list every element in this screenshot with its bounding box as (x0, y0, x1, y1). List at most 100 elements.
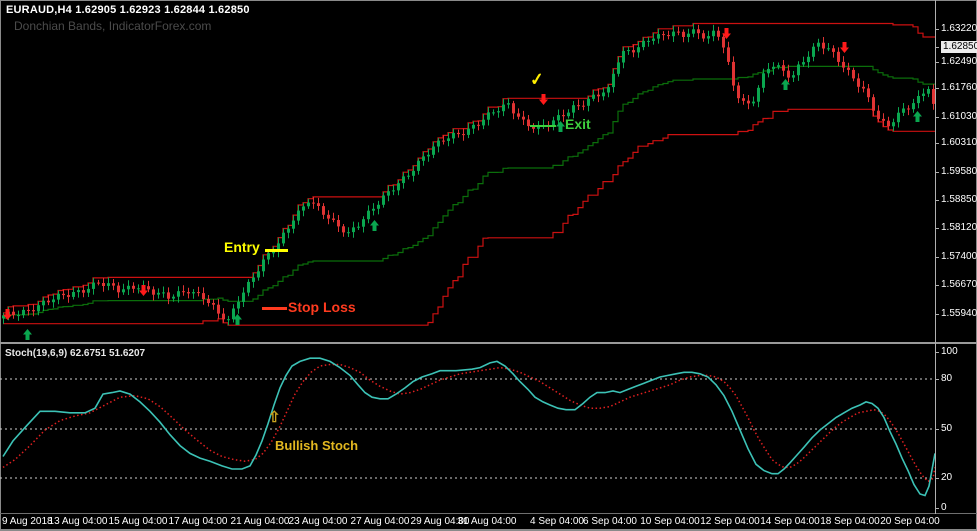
bear-candle (677, 31, 680, 33)
bear-candle (702, 33, 705, 39)
bull-candle (652, 38, 655, 41)
bull-candle (242, 292, 245, 302)
bull-candle (892, 122, 895, 127)
pane-separator[interactable] (0, 342, 977, 344)
main-chart-pane[interactable]: EURAUD,H4 1.62905 1.62923 1.62844 1.6285… (0, 0, 977, 342)
sell-arrow-icon (722, 26, 731, 44)
bear-candle (67, 295, 70, 297)
bull-candle (812, 46, 815, 57)
bull-candle (292, 220, 295, 229)
bear-candle (512, 103, 515, 114)
bull-candle (377, 204, 380, 209)
bear-candle (822, 42, 825, 49)
bear-candle (697, 29, 700, 34)
stoch-axis-label: 80 (941, 373, 953, 384)
bull-candle (622, 51, 625, 63)
bull-candle (72, 292, 75, 297)
bear-candle (27, 309, 30, 311)
bear-candle (337, 220, 340, 227)
bull-candle (672, 31, 675, 37)
bear-candle (517, 113, 520, 117)
bull-candle (657, 34, 660, 39)
bull-candle (122, 289, 125, 293)
bull-candle (587, 98, 590, 106)
bear-candle (167, 292, 170, 299)
bull-candle (92, 282, 95, 289)
bear-candle (62, 293, 65, 296)
bull-candle (412, 170, 415, 176)
stoch-axis-tick (935, 429, 939, 430)
bear-candle (872, 97, 875, 111)
time-axis-label: 13 Aug 04:00 (48, 516, 108, 527)
bear-candle (597, 94, 600, 97)
stochastic-label: Stoch(19,6,9) 62.6751 51.6207 (5, 348, 146, 359)
bear-candle (197, 292, 200, 294)
bull-candle (372, 208, 375, 211)
exit-label: Exit (565, 116, 591, 132)
bull-candle (617, 62, 620, 74)
bear-candle (317, 203, 320, 206)
bull-candle (642, 40, 645, 48)
trade-confirm-check-icon: ✓ (528, 69, 546, 90)
buy-arrow-icon (370, 218, 379, 236)
bear-candle (682, 31, 685, 37)
bear-candle (442, 140, 445, 142)
bear-candle (842, 61, 845, 68)
bear-candle (132, 285, 135, 289)
bull-candle (57, 293, 60, 300)
bear-candle (222, 313, 225, 320)
bull-candle (177, 291, 180, 297)
stoch-axis-tick (935, 352, 939, 353)
bull-candle (42, 300, 45, 306)
bull-candle (397, 183, 400, 191)
bull-candle (302, 206, 305, 211)
bear-candle (212, 303, 215, 305)
bear-candle (187, 292, 190, 294)
sell-arrow-icon (139, 283, 148, 301)
bear-candle (462, 134, 465, 136)
bear-candle (662, 34, 665, 36)
stoch-axis-label: 0 (941, 502, 947, 513)
bull-candle (452, 132, 455, 139)
bull-candle (487, 112, 490, 120)
bull-candle (437, 140, 440, 147)
bull-candle (467, 128, 470, 135)
time-axis-label: 18 Sep 04:00 (820, 516, 880, 527)
stoch-axis[interactable]: 100 80 50 20 0 (935, 0, 977, 513)
bear-candle (862, 86, 865, 89)
bear-candle (152, 289, 155, 295)
bear-candle (742, 98, 745, 101)
bull-candle (417, 160, 420, 171)
exit-line (530, 125, 556, 127)
bull-candle (427, 154, 430, 157)
bull-candle (502, 104, 505, 112)
bull-candle (357, 226, 360, 228)
bull-candle (262, 259, 265, 272)
bear-candle (667, 35, 670, 37)
stoch-axis-label: 20 (941, 472, 953, 483)
stop-loss-label: Stop Loss (288, 299, 356, 315)
bull-candle (22, 309, 25, 316)
buy-arrow-icon (913, 109, 922, 127)
bull-candle (592, 94, 595, 99)
bull-candle (627, 50, 630, 52)
bull-candle (507, 103, 510, 105)
bull-candle (247, 281, 250, 293)
buy-arrow-icon (781, 77, 790, 95)
bull-candle (402, 176, 405, 184)
sell-arrow-icon (3, 307, 12, 325)
stochastic-pane[interactable]: Stoch(19,6,9) 62.6751 51.6207 (0, 345, 977, 512)
mt4-chart-window: EURAUD,H4 1.62905 1.62923 1.62844 1.6285… (0, 0, 977, 531)
time-axis-label: 6 Sep 04:00 (583, 516, 637, 527)
time-axis-label: 31 Aug 04:00 (457, 516, 517, 527)
bear-candle (847, 67, 850, 70)
bear-candle (207, 299, 210, 303)
time-axis[interactable]: 9 Aug 2018 13 Aug 04:00 15 Aug 04:00 17 Aug… (0, 514, 977, 529)
bull-candle (107, 283, 110, 286)
bull-candle (157, 292, 160, 295)
stoch-signal-line (2, 363, 935, 483)
bull-candle (762, 73, 765, 88)
bull-candle (37, 305, 40, 312)
bear-candle (312, 202, 315, 204)
bull-candle (612, 73, 615, 88)
